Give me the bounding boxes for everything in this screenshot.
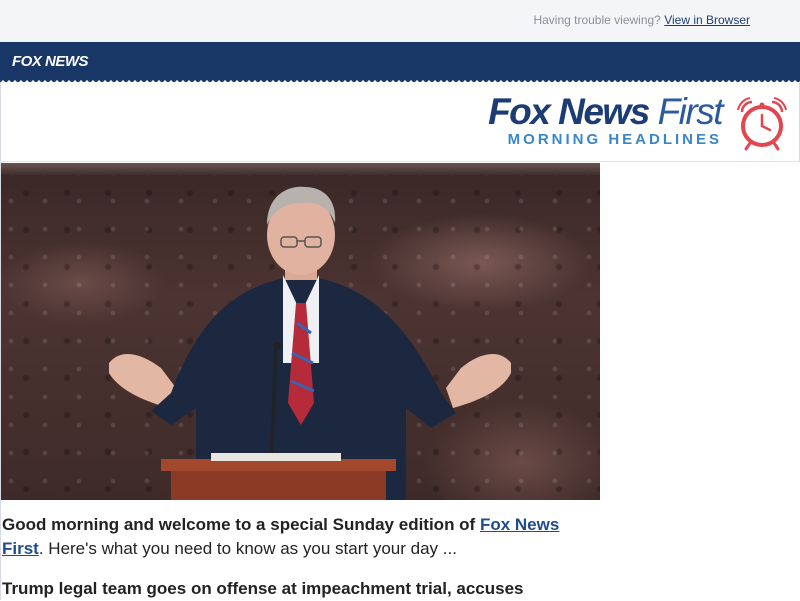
newsletter-brand: Fox News First MORNING HEADLINES: [488, 91, 724, 149]
newsletter-title: Fox News First: [488, 91, 724, 132]
newsletter-subtitle: MORNING HEADLINES: [507, 131, 722, 148]
title-light-part: First: [657, 91, 724, 132]
title-bold-part: Fox News: [488, 91, 650, 132]
speaker-figure: [109, 186, 511, 500]
header-nav-band: [0, 42, 800, 82]
alarm-clock-icon: [737, 97, 787, 151]
intro-greeting: Good morning and welcome to a special Su…: [2, 515, 480, 534]
trouble-viewing-text: Having trouble viewing? View in Browser: [533, 13, 750, 27]
intro-paragraph: Good morning and welcome to a special Su…: [2, 513, 598, 561]
hero-image[interactable]: [1, 163, 600, 500]
trouble-label: Having trouble viewing?: [533, 13, 661, 27]
fox-news-logo[interactable]: FOX NEWS: [12, 53, 89, 70]
view-in-browser-link[interactable]: View in Browser: [664, 13, 750, 27]
preheader-bar: Having trouble viewing? View in Browser: [0, 0, 800, 42]
story-headline[interactable]: Trump legal team goes on offense at impe…: [2, 577, 702, 601]
header-divider: [0, 161, 800, 162]
intro-rest: . Here's what you need to know as you st…: [38, 539, 457, 558]
dotted-border: [0, 78, 800, 82]
